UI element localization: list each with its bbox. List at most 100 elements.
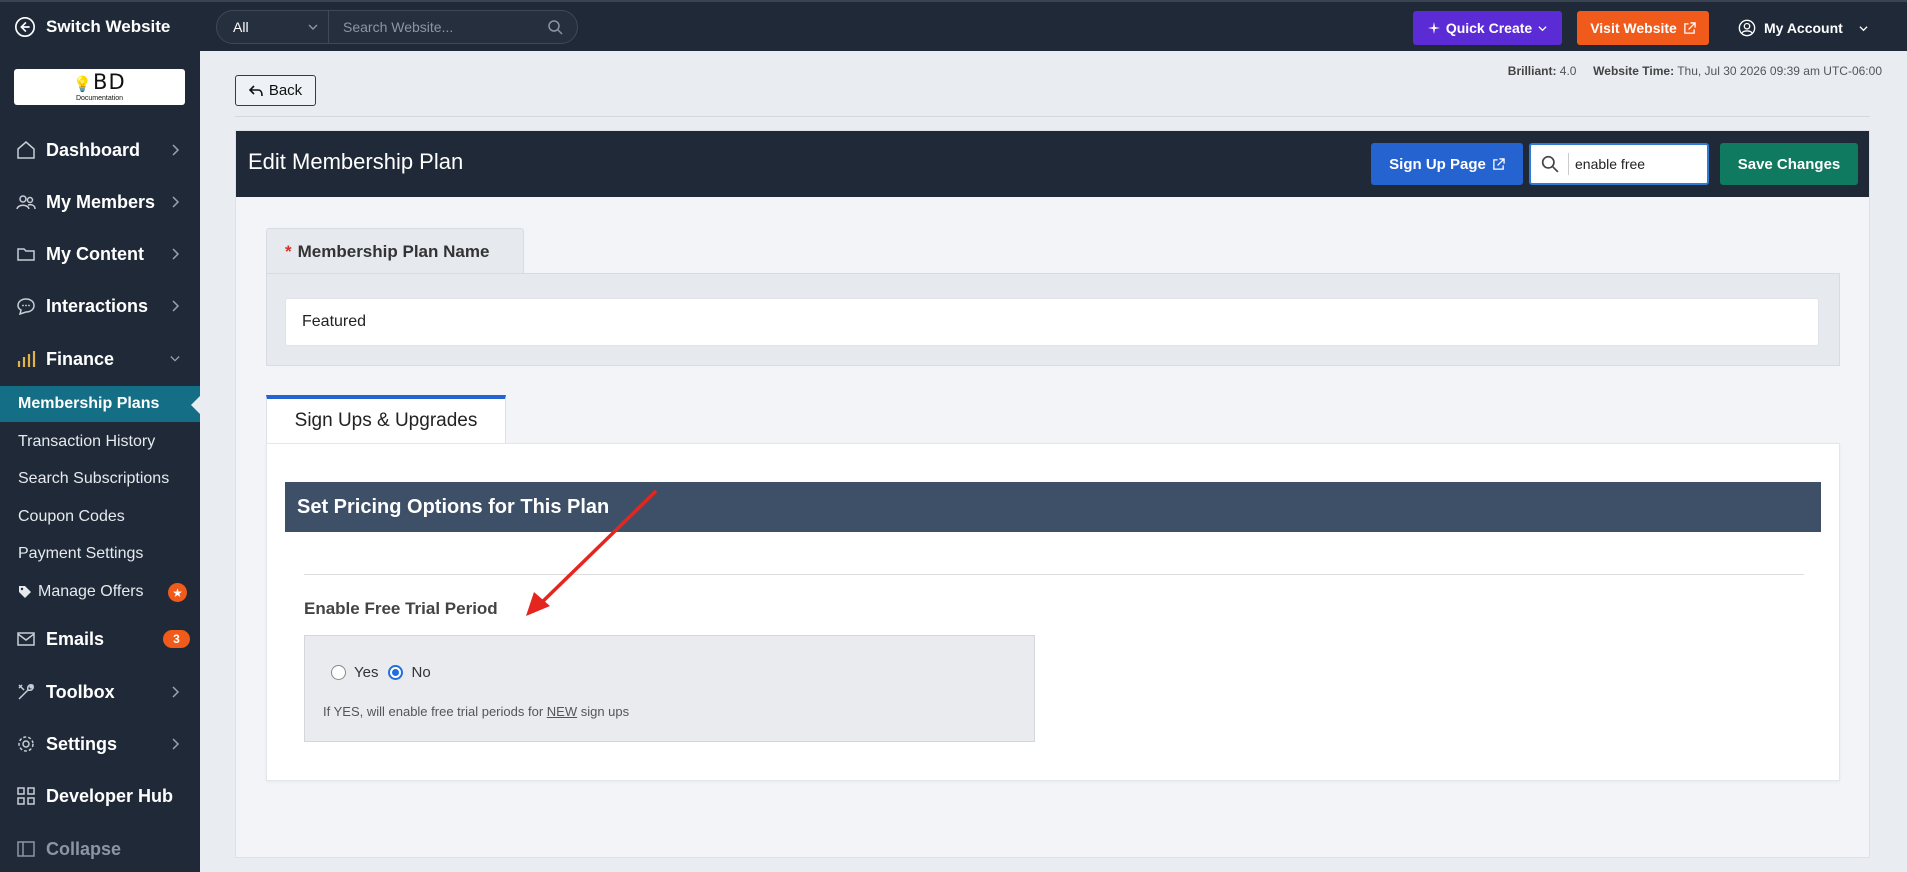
sign-up-page-label: Sign Up Page xyxy=(1389,155,1486,173)
site-search: All Search Website... xyxy=(216,10,578,44)
site-search-input[interactable]: Search Website... xyxy=(329,11,577,43)
gear-icon xyxy=(18,736,34,752)
free-trial-help-text: If YES, will enable free trial periods f… xyxy=(323,704,629,719)
sidebar-item-dashboard[interactable]: Dashboard xyxy=(0,128,200,172)
house-icon xyxy=(17,141,35,159)
tools-icon xyxy=(18,684,34,700)
sign-ups-panel: Set Pricing Options for This Plan Enable… xyxy=(266,443,1840,781)
back-button[interactable]: Back xyxy=(235,75,316,106)
quick-create-button[interactable]: Quick Create xyxy=(1413,11,1562,45)
sidebar-subitem-coupon-codes[interactable]: Coupon Codes xyxy=(0,499,200,535)
sidebar-item-label: Developer Hub xyxy=(46,785,174,806)
section-title: Set Pricing Options for This Plan xyxy=(285,482,1821,532)
sidebar-item-label: Toolbox xyxy=(46,681,115,702)
reply-arrow-icon xyxy=(248,84,263,96)
search-icon xyxy=(548,20,563,35)
sidebar-subitem-label: Manage Offers xyxy=(38,583,144,600)
visit-website-label: Visit Website xyxy=(1590,20,1677,36)
grid-icon xyxy=(17,787,35,805)
sidebar-item-label: Interactions xyxy=(46,295,149,316)
plan-name-tab: * Membership Plan Name xyxy=(266,228,524,274)
search-icon xyxy=(1541,155,1559,173)
save-changes-button[interactable]: Save Changes xyxy=(1720,143,1858,185)
sidebar-item-label: Collapse xyxy=(46,838,122,859)
arrow-left-circle-icon xyxy=(15,16,35,37)
chat-icon xyxy=(17,298,35,316)
sidebar-item-finance[interactable]: Finance xyxy=(0,337,200,381)
switch-website-button[interactable]: Switch Website xyxy=(0,2,200,51)
active-indicator xyxy=(191,396,200,414)
card-header: Edit Membership Plan Sign Up Page Save C… xyxy=(236,131,1869,197)
sidebar-item-label: Settings xyxy=(46,733,118,754)
sidebar-subitem-manage-offers[interactable]: Manage Offers ★ xyxy=(0,574,200,610)
sidebar-subitem-membership-plans[interactable]: Membership Plans xyxy=(0,386,200,422)
help-text-end: sign ups xyxy=(577,704,630,719)
sidebar-subitem-search-subscriptions[interactable]: Search Subscriptions xyxy=(0,461,200,497)
sidebar-subitem-label: Search Subscriptions xyxy=(18,470,170,487)
settings-search-input[interactable] xyxy=(1575,156,1695,172)
free-trial-no-radio[interactable] xyxy=(388,665,404,680)
sidebar-item-toolbox[interactable]: Toolbox xyxy=(0,670,200,714)
chevron-right-icon xyxy=(172,738,180,750)
sidebar-subitem-transaction-history[interactable]: Transaction History xyxy=(0,424,200,460)
search-scope-select[interactable]: All xyxy=(217,11,329,43)
back-label: Back xyxy=(268,82,303,99)
folder-icon xyxy=(17,248,35,261)
quick-create-label: Quick Create xyxy=(1445,20,1533,36)
visit-website-button[interactable]: Visit Website xyxy=(1577,11,1709,45)
brand-logo[interactable]: 💡BD Documentation xyxy=(14,69,185,105)
sidebar-item-emails[interactable]: Emails 3 xyxy=(0,617,200,661)
sidebar-item-my-content[interactable]: My Content xyxy=(0,232,200,276)
my-account-menu[interactable]: My Account xyxy=(1738,11,1898,45)
page-title: Edit Membership Plan xyxy=(248,149,464,174)
sidebar-subitem-label: Membership Plans xyxy=(18,395,160,412)
top-bar: Switch Website All Search Website... Qui… xyxy=(0,0,1907,51)
edit-plan-card: Edit Membership Plan Sign Up Page Save C… xyxy=(235,130,1870,858)
emails-count-badge: 3 xyxy=(163,630,190,648)
chevron-down-icon xyxy=(308,24,318,30)
star-badge: ★ xyxy=(168,583,187,602)
logo-text: 💡BD xyxy=(73,69,126,94)
sidebar-item-settings[interactable]: Settings xyxy=(0,722,200,766)
divider xyxy=(304,574,1804,575)
free-trial-label: Enable Free Trial Period xyxy=(304,599,498,618)
sidebar-item-interactions[interactable]: Interactions xyxy=(0,284,200,328)
free-trial-radio-group: Yes No xyxy=(331,664,441,681)
site-search-placeholder: Search Website... xyxy=(343,19,454,35)
sidebar-item-label: Emails xyxy=(46,628,105,649)
website-time-label: Website Time: xyxy=(1593,64,1675,78)
sidebar-item-label: My Content xyxy=(46,243,144,264)
sidebar-subitem-payment-settings[interactable]: Payment Settings xyxy=(0,536,200,572)
my-account-label: My Account xyxy=(1764,20,1843,36)
help-text-start: If YES, will enable free trial periods f… xyxy=(323,704,547,719)
chevron-right-icon xyxy=(172,300,180,312)
sidebar-subitem-label: Coupon Codes xyxy=(18,508,125,525)
version-value: 4.0 xyxy=(1559,64,1577,78)
sidebar: 💡BD Documentation Dashboard My Members M… xyxy=(0,51,200,872)
free-trial-no-label: No xyxy=(411,664,431,681)
bar-chart-icon xyxy=(17,351,36,367)
chevron-down-icon xyxy=(1859,25,1868,31)
sidebar-collapse-button[interactable]: Collapse xyxy=(0,827,200,871)
sidebar-subitem-label: Payment Settings xyxy=(18,545,144,562)
free-trial-yes-radio[interactable] xyxy=(331,665,346,680)
tag-icon xyxy=(19,586,31,598)
sidebar-item-label: Dashboard xyxy=(46,139,141,160)
search-scope-value: All xyxy=(233,19,249,35)
tab-sign-ups-upgrades[interactable]: Sign Ups & Upgrades xyxy=(266,395,506,443)
plan-name-input[interactable]: Featured xyxy=(285,298,1819,346)
chevron-right-icon xyxy=(172,144,180,156)
sidebar-item-my-members[interactable]: My Members xyxy=(0,180,200,224)
user-circle-icon xyxy=(1738,19,1756,37)
settings-search-field[interactable] xyxy=(1529,143,1709,185)
chevron-right-icon xyxy=(172,248,180,260)
chevron-down-icon xyxy=(1538,25,1547,31)
sidebar-item-label: Finance xyxy=(46,348,115,369)
sidebar-item-developer-hub[interactable]: Developer Hub xyxy=(0,774,200,818)
free-trial-options: Yes No If YES, will enable free trial pe… xyxy=(304,635,1035,742)
site-meta: Brilliant: 4.0 Website Time: Thu, Jul 30… xyxy=(1508,64,1882,78)
help-text-emphasis: NEW xyxy=(546,704,578,719)
chevron-right-icon xyxy=(172,196,180,208)
free-trial-yes-label: Yes xyxy=(354,664,379,681)
sign-up-page-button[interactable]: Sign Up Page xyxy=(1371,143,1523,185)
